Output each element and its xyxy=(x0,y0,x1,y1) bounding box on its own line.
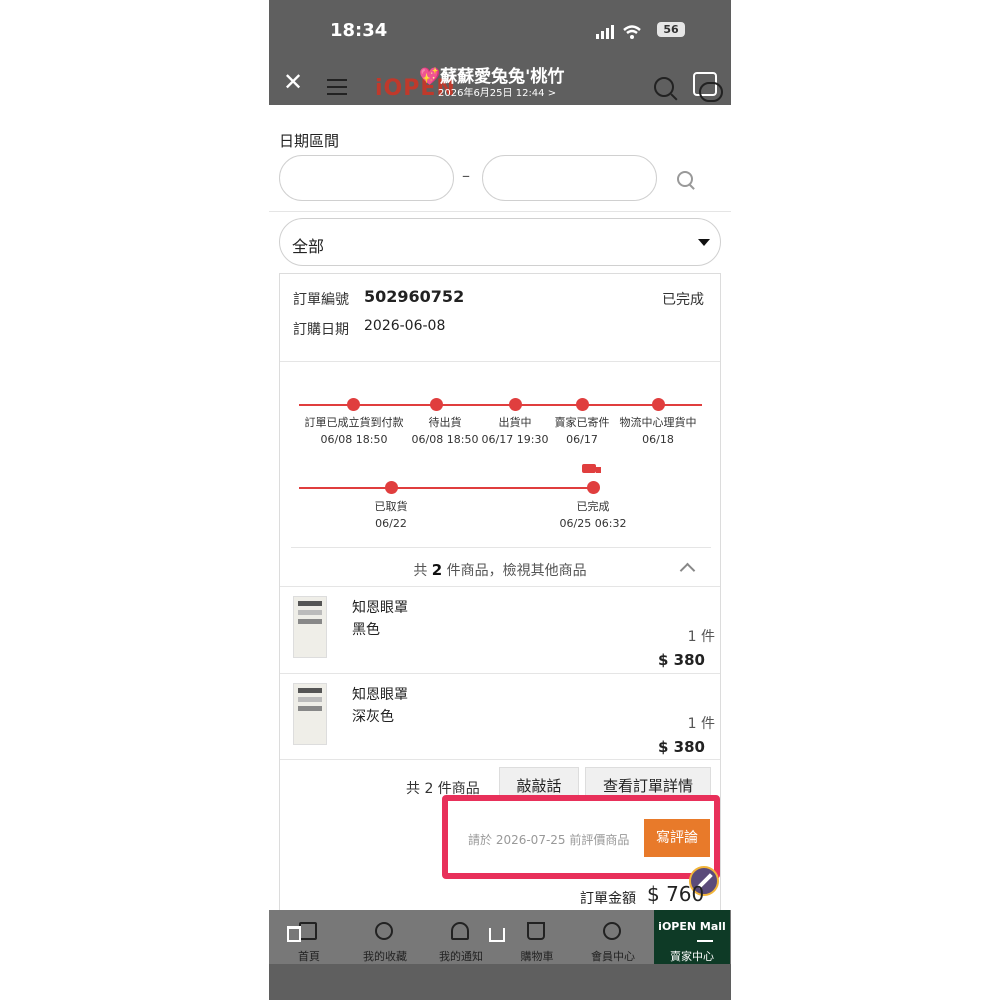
product-thumbnail[interactable] xyxy=(293,596,327,658)
seller-logo: iOPEN Mall xyxy=(658,920,726,933)
timeline-time: 06/25 06:32 xyxy=(559,517,627,530)
status-select[interactable]: 全部 xyxy=(279,218,721,266)
order-date-value: 2026-06-08 xyxy=(364,318,446,334)
caret-down-icon xyxy=(698,239,710,246)
order-id-label: 訂單編號 xyxy=(293,292,349,308)
summary-suffix: 件商品，檢視其他商品 xyxy=(446,563,587,579)
summary-count: 2 xyxy=(431,561,443,579)
product-qty: 1 件 xyxy=(687,629,715,645)
order-id-value: 502960752 xyxy=(364,287,465,306)
product-price: $ 380 xyxy=(658,651,705,669)
tab-label: 購物車 xyxy=(520,950,554,963)
divider xyxy=(291,547,711,548)
date-dash: – xyxy=(462,166,470,185)
order-date-label: 訂購日期 xyxy=(293,322,349,338)
search-icon[interactable] xyxy=(654,77,674,97)
download-icon[interactable] xyxy=(697,926,713,942)
date-search-icon[interactable] xyxy=(677,171,693,187)
divider xyxy=(269,211,731,212)
menu-icon[interactable] xyxy=(327,79,347,100)
truck-icon xyxy=(582,464,601,473)
order-total-value: $ 760 xyxy=(647,882,705,906)
product-variant: 黑色 xyxy=(352,622,380,638)
home-icon xyxy=(299,922,317,940)
timeline-label: 已完成 xyxy=(576,500,610,513)
cart-icon xyxy=(527,922,545,940)
app-header: ✕ iOPEN 💖蘇蘇愛兔兔'桃竹 2026年6月25日 12:44 > xyxy=(269,62,731,105)
phone-screen: 18:34 56 ✕ iOPEN 💖蘇蘇愛兔兔'桃竹 2026年6月25日 12… xyxy=(269,0,731,1000)
trash-icon[interactable] xyxy=(287,926,301,942)
tab-label: 我的收藏 xyxy=(363,950,407,963)
timeline-time: 06/18 xyxy=(642,433,674,446)
timeline-dot xyxy=(509,398,522,411)
tab-cart[interactable]: 購物車 xyxy=(499,910,575,964)
timeline-time: 06/22 xyxy=(375,517,407,530)
start-date-field[interactable] xyxy=(279,155,454,201)
timeline-label: 已取貨 xyxy=(374,500,408,513)
timeline-dot xyxy=(385,481,398,494)
write-review-button[interactable]: 寫評論 xyxy=(644,819,710,857)
items-summary[interactable]: 共 2 件商品，檢視其他商品 xyxy=(269,560,731,580)
heart-icon xyxy=(375,922,393,940)
status-time: 18:34 xyxy=(330,20,388,41)
order-total-label: 訂單金額 xyxy=(580,891,636,907)
tab-label: 會員中心 xyxy=(591,950,635,963)
timeline-label: 物流中心理貨中 xyxy=(619,416,697,429)
tab-label: 我的通知 xyxy=(439,950,483,963)
tab-member[interactable]: 會員中心 xyxy=(575,910,651,964)
product-variant: 深灰色 xyxy=(352,709,394,725)
timeline-dot xyxy=(587,481,600,494)
timeline-dot xyxy=(652,398,665,411)
tab-favorites[interactable]: 我的收藏 xyxy=(347,910,423,964)
tab-seller[interactable]: iOPEN Mall 賣家中心 xyxy=(654,910,730,964)
chat-subtitle[interactable]: 2026年6月25日 12:44 > xyxy=(438,84,556,99)
timeline-dot xyxy=(347,398,360,411)
close-icon[interactable]: ✕ xyxy=(283,70,303,94)
divider xyxy=(280,673,720,674)
tab-home[interactable]: 首頁 xyxy=(271,910,347,964)
user-icon xyxy=(603,922,621,940)
review-highlight: 請於 2026-07-25 前評價商品 寫評論 xyxy=(442,795,720,879)
tab-label: 首頁 xyxy=(298,950,320,963)
product-name[interactable]: 知恩眼罩 xyxy=(352,684,408,704)
order-status: 已完成 xyxy=(662,292,704,308)
battery-indicator: 56 xyxy=(657,22,685,37)
divider xyxy=(280,361,720,362)
status-bar: 18:34 56 xyxy=(269,0,731,62)
timeline-dot xyxy=(430,398,443,411)
product-thumbnail[interactable] xyxy=(293,683,327,745)
end-date-field[interactable] xyxy=(482,155,657,201)
product-price: $ 380 xyxy=(658,738,705,756)
divider xyxy=(280,759,720,760)
product-name[interactable]: 知恩眼罩 xyxy=(352,597,408,617)
share-icon[interactable] xyxy=(489,928,505,942)
timeline-dot xyxy=(576,398,589,411)
signal-wifi-icon xyxy=(596,25,641,39)
tab-label: 賣家中心 xyxy=(670,950,714,963)
status-select-value: 全部 xyxy=(292,237,325,256)
product-qty: 1 件 xyxy=(687,716,715,732)
bell-icon xyxy=(451,922,469,940)
divider xyxy=(280,586,720,587)
tab-notifications[interactable]: 我的通知 xyxy=(423,910,499,964)
date-range-label: 日期區間 xyxy=(279,132,340,150)
bottom-system-bar xyxy=(269,964,731,1000)
timeline-line xyxy=(299,487,595,489)
review-hint: 請於 2026-07-25 前評價商品 xyxy=(468,833,630,847)
summary-prefix: 共 xyxy=(413,563,428,579)
chat-icon[interactable] xyxy=(699,82,723,102)
